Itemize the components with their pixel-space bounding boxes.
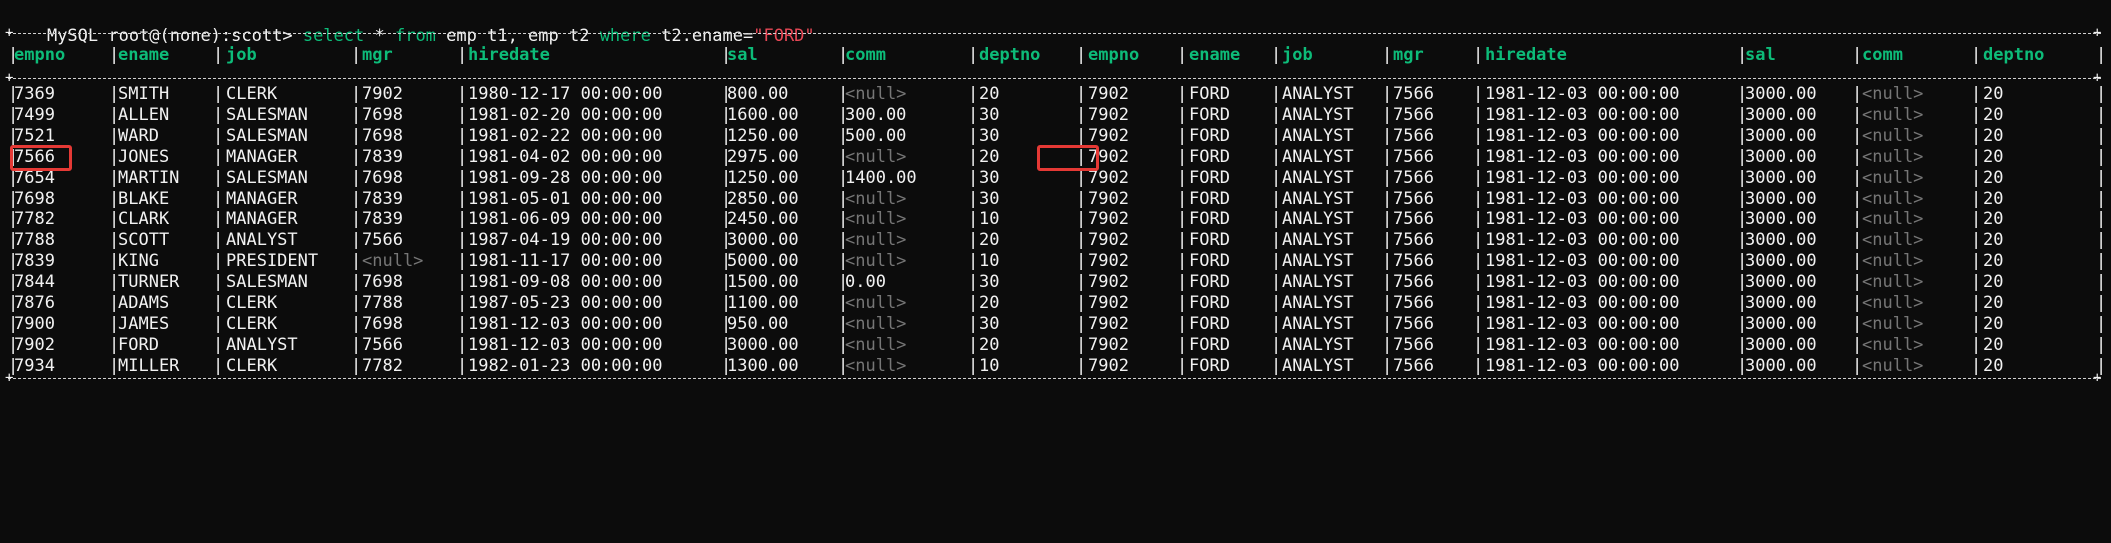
column-separator: | [1852,45,1863,65]
cell-ename: MILLER [118,355,180,376]
cell-t2-mgr: 7566 [1393,355,1434,376]
keyword-from: from [394,26,436,46]
column-separator: | [1382,45,1393,65]
string-literal: "FORD" [753,26,815,46]
column-separator: | [1382,355,1393,376]
column-header-t2-mgr: mgr [1393,45,1424,65]
cell-comm: <null> [845,355,907,376]
cell-sal: 1300.00 [727,355,799,376]
column-separator: | [1971,355,1982,376]
column-separator: | [1852,355,1863,376]
column-header-ename: ename [118,45,170,65]
column-header-t2-ename: ename [1189,45,1241,65]
cell-t2-hiredate: 1981-12-03 00:00:00 [1485,355,1680,376]
cell-hiredate: 1982-01-23 00:00:00 [468,355,663,376]
column-separator: | [351,355,362,376]
column-header-t2-sal: sal [1745,45,1776,65]
column-header-deptno: deptno [979,45,1041,65]
column-separator: | [1271,45,1282,65]
table-top-border [8,33,2101,35]
cell-t2-deptno: 20 [1983,355,2004,376]
cell-deptno: 10 [979,355,1000,376]
terminal-window[interactable]: MySQL root@(none):scott> select * from e… [0,0,2111,543]
column-separator: | [1076,45,1087,65]
column-separator: | [213,45,224,65]
column-separator: | [457,45,468,65]
table-corner: + [5,25,14,41]
column-separator: | [1076,355,1087,376]
column-separator: | [457,355,468,376]
column-separator: | [351,45,362,65]
column-header-t2-empno: empno [1088,45,1140,65]
column-header-t2-hiredate: hiredate [1485,45,1567,65]
cell-t2-comm: <null> [1862,355,1924,376]
cell-t2-job: ANALYST [1282,355,1354,376]
column-header-mgr: mgr [362,45,393,65]
column-separator: | [1971,45,1982,65]
cell-t2-empno: 7902 [1088,355,1129,376]
column-separator: | [968,355,979,376]
cell-job: CLERK [226,355,278,376]
cell-t2-ename: FORD [1189,355,1230,376]
cell-empno: 7934 [14,355,55,376]
column-header-t2-comm: comm [1862,45,1903,65]
column-header-t2-deptno: deptno [1983,45,2045,65]
column-separator: | [1473,45,1484,65]
table-bottom-border [8,377,2101,380]
shell-prompt: MySQL root@(none):scott> [46,26,303,46]
column-separator: | [213,355,224,376]
column-separator: | [2096,45,2107,65]
column-separator: | [1177,355,1188,376]
table-corner: + [2093,369,2102,386]
cell-t2-sal: 3000.00 [1745,355,1817,376]
column-header-job: job [226,45,257,65]
column-separator: | [1177,45,1188,65]
column-header-t2-job: job [1282,45,1313,65]
column-header-hiredate: hiredate [468,45,550,65]
table-corner: + [5,369,14,386]
column-header-empno: empno [14,45,66,65]
column-separator: | [968,45,979,65]
cell-mgr: 7782 [362,355,403,376]
column-separator: | [1473,355,1484,376]
table-corner: + [2093,25,2102,41]
keyword-where: where [599,26,651,46]
column-header-sal: sal [727,45,758,65]
command-line: MySQL root@(none):scott> select * from e… [6,0,815,46]
column-separator: | [1271,355,1282,376]
column-header-comm: comm [845,45,886,65]
